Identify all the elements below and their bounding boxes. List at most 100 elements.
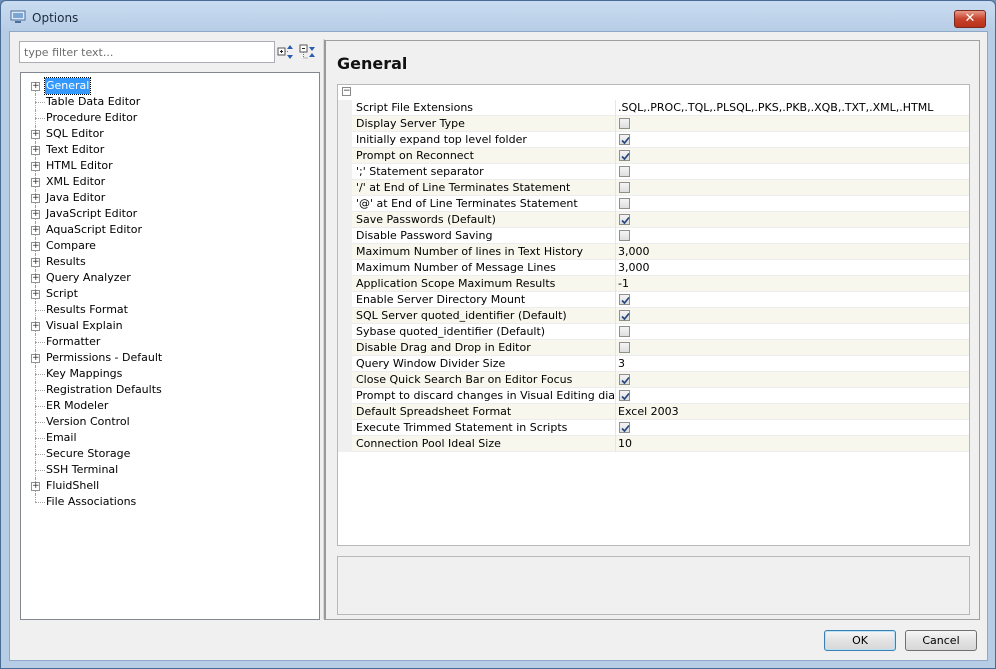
tree-item[interactable]: SSH Terminal	[21, 462, 319, 478]
expand-icon[interactable]: +	[31, 226, 40, 235]
tree-item-label[interactable]: ER Modeler	[45, 398, 109, 414]
tree-item-label[interactable]: Compare	[45, 238, 97, 254]
tree-item[interactable]: Registration Defaults	[21, 382, 319, 398]
tree-item[interactable]: + HTML Editor	[21, 158, 319, 174]
tree-item-label[interactable]: Key Mappings	[45, 366, 123, 382]
tree-item[interactable]: Results Format	[21, 302, 319, 318]
property-checkbox[interactable]	[619, 342, 630, 353]
property-row[interactable]: '@' at End of Line Terminates Statement	[338, 196, 969, 212]
tree-item-label[interactable]: Java Editor	[45, 190, 106, 206]
tree-item[interactable]: + General	[21, 77, 319, 95]
tree-item[interactable]: + Visual Explain	[21, 318, 319, 334]
cancel-button[interactable]: Cancel	[905, 630, 977, 651]
property-value[interactable]: 3	[618, 356, 625, 372]
expand-icon[interactable]: +	[31, 258, 40, 267]
property-row[interactable]: Close Quick Search Bar on Editor Focus	[338, 372, 969, 388]
tree-item-label[interactable]: Email	[45, 430, 78, 446]
expand-icon[interactable]: +	[31, 322, 40, 331]
property-checkbox[interactable]	[619, 326, 630, 337]
expand-icon[interactable]: +	[31, 210, 40, 219]
property-checkbox[interactable]	[619, 118, 630, 129]
expand-icon[interactable]: +	[31, 194, 40, 203]
property-row[interactable]: Connection Pool Ideal Size 10	[338, 436, 969, 452]
tree-item-label[interactable]: Formatter	[45, 334, 101, 350]
tree-item[interactable]: + Results	[21, 254, 319, 270]
tree-item[interactable]: + Text Editor	[21, 142, 319, 158]
ok-button[interactable]: OK	[824, 630, 896, 651]
tree-item-label[interactable]: Visual Explain	[45, 318, 124, 334]
property-row[interactable]: Execute Trimmed Statement in Scripts	[338, 420, 969, 436]
tree-item[interactable]: Secure Storage	[21, 446, 319, 462]
property-value[interactable]: .SQL,.PROC,.TQL,.PLSQL,.PKS,.PKB,.XQB,.T…	[618, 100, 933, 116]
tree-item[interactable]: + Query Analyzer	[21, 270, 319, 286]
tree-item-label[interactable]: Results Format	[45, 302, 129, 318]
property-checkbox[interactable]	[619, 198, 630, 209]
property-value[interactable]: -1	[618, 276, 629, 292]
close-button[interactable]: ✕	[954, 10, 986, 28]
tree-item-label[interactable]: Query Analyzer	[45, 270, 132, 286]
tree-item-label[interactable]: Registration Defaults	[45, 382, 163, 398]
property-row[interactable]: Prompt on Reconnect	[338, 148, 969, 164]
tree-item-label[interactable]: SQL Editor	[45, 126, 105, 142]
property-row[interactable]: Script File Extensions .SQL,.PROC,.TQL,.P…	[338, 100, 969, 116]
expand-icon[interactable]: +	[31, 146, 40, 155]
property-row[interactable]: Maximum Number of Message Lines 3,000	[338, 260, 969, 276]
tree-item-label[interactable]: Table Data Editor	[45, 94, 141, 110]
expand-icon[interactable]: +	[31, 162, 40, 171]
tree-item-label[interactable]: General	[43, 77, 92, 95]
expand-icon[interactable]: +	[31, 274, 40, 283]
property-row[interactable]: Maximum Number of lines in Text History 3…	[338, 244, 969, 260]
expand-icon[interactable]: +	[31, 290, 40, 299]
tree-item[interactable]: Table Data Editor	[21, 94, 319, 110]
property-value[interactable]: Excel 2003	[618, 404, 679, 420]
property-row[interactable]: Application Scope Maximum Results -1	[338, 276, 969, 292]
property-value[interactable]: 3,000	[618, 260, 650, 276]
tree-item[interactable]: + AquaScript Editor	[21, 222, 319, 238]
property-row[interactable]: Enable Server Directory Mount	[338, 292, 969, 308]
property-checkbox[interactable]	[619, 182, 630, 193]
property-checkbox[interactable]	[619, 166, 630, 177]
property-checkbox[interactable]	[619, 390, 630, 401]
tree-item-label[interactable]: FluidShell	[45, 478, 100, 494]
expand-icon[interactable]: +	[31, 82, 40, 91]
expand-icon[interactable]: +	[31, 482, 40, 491]
tree-item-label[interactable]: Secure Storage	[45, 446, 131, 462]
tree-item[interactable]: + Permissions - Default	[21, 350, 319, 366]
tree-item-label[interactable]: Version Control	[45, 414, 131, 430]
tree-item-label[interactable]: Script	[45, 286, 79, 302]
tree-item-label[interactable]: SSH Terminal	[45, 462, 119, 478]
tree-item[interactable]: File Associations	[21, 494, 319, 510]
collapse-group-icon[interactable]: −	[342, 87, 351, 96]
tree-item-label[interactable]: Permissions - Default	[45, 350, 163, 366]
property-checkbox[interactable]	[619, 310, 630, 321]
tree-item[interactable]: ER Modeler	[21, 398, 319, 414]
property-row[interactable]: ';' Statement separator	[338, 164, 969, 180]
expand-icon[interactable]: +	[31, 242, 40, 251]
tree-item-label[interactable]: Results	[45, 254, 87, 270]
tree-item[interactable]: Procedure Editor	[21, 110, 319, 126]
tree-item-label[interactable]: JavaScript Editor	[45, 206, 138, 222]
property-row[interactable]: SQL Server quoted_identifier (Default)	[338, 308, 969, 324]
property-checkbox[interactable]	[619, 150, 630, 161]
property-checkbox[interactable]	[619, 134, 630, 145]
property-value[interactable]: 10	[618, 436, 632, 452]
expand-icon[interactable]: +	[31, 178, 40, 187]
tree-item-label[interactable]: Text Editor	[45, 142, 105, 158]
tree-item[interactable]: + Compare	[21, 238, 319, 254]
tree-item[interactable]: + Script	[21, 286, 319, 302]
expand-all-icon[interactable]	[277, 43, 295, 61]
expand-icon[interactable]: +	[31, 354, 40, 363]
collapse-all-icon[interactable]	[299, 43, 317, 61]
property-checkbox[interactable]	[619, 214, 630, 225]
preference-tree[interactable]: + General Table Data Editor Procedure Edito…	[20, 72, 320, 620]
tree-item[interactable]: Version Control	[21, 414, 319, 430]
property-row[interactable]: Save Passwords (Default)	[338, 212, 969, 228]
title-bar[interactable]: Options ✕	[1, 1, 995, 31]
tree-item-label[interactable]: Procedure Editor	[45, 110, 138, 126]
expand-icon[interactable]: +	[31, 130, 40, 139]
property-grid[interactable]: − Script File Extensions .SQL,.PROC,.TQL,…	[337, 84, 970, 546]
tree-item-label[interactable]: AquaScript Editor	[45, 222, 143, 238]
tree-item-label[interactable]: File Associations	[45, 494, 137, 510]
tree-item[interactable]: + FluidShell	[21, 478, 319, 494]
property-value[interactable]: 3,000	[618, 244, 650, 260]
